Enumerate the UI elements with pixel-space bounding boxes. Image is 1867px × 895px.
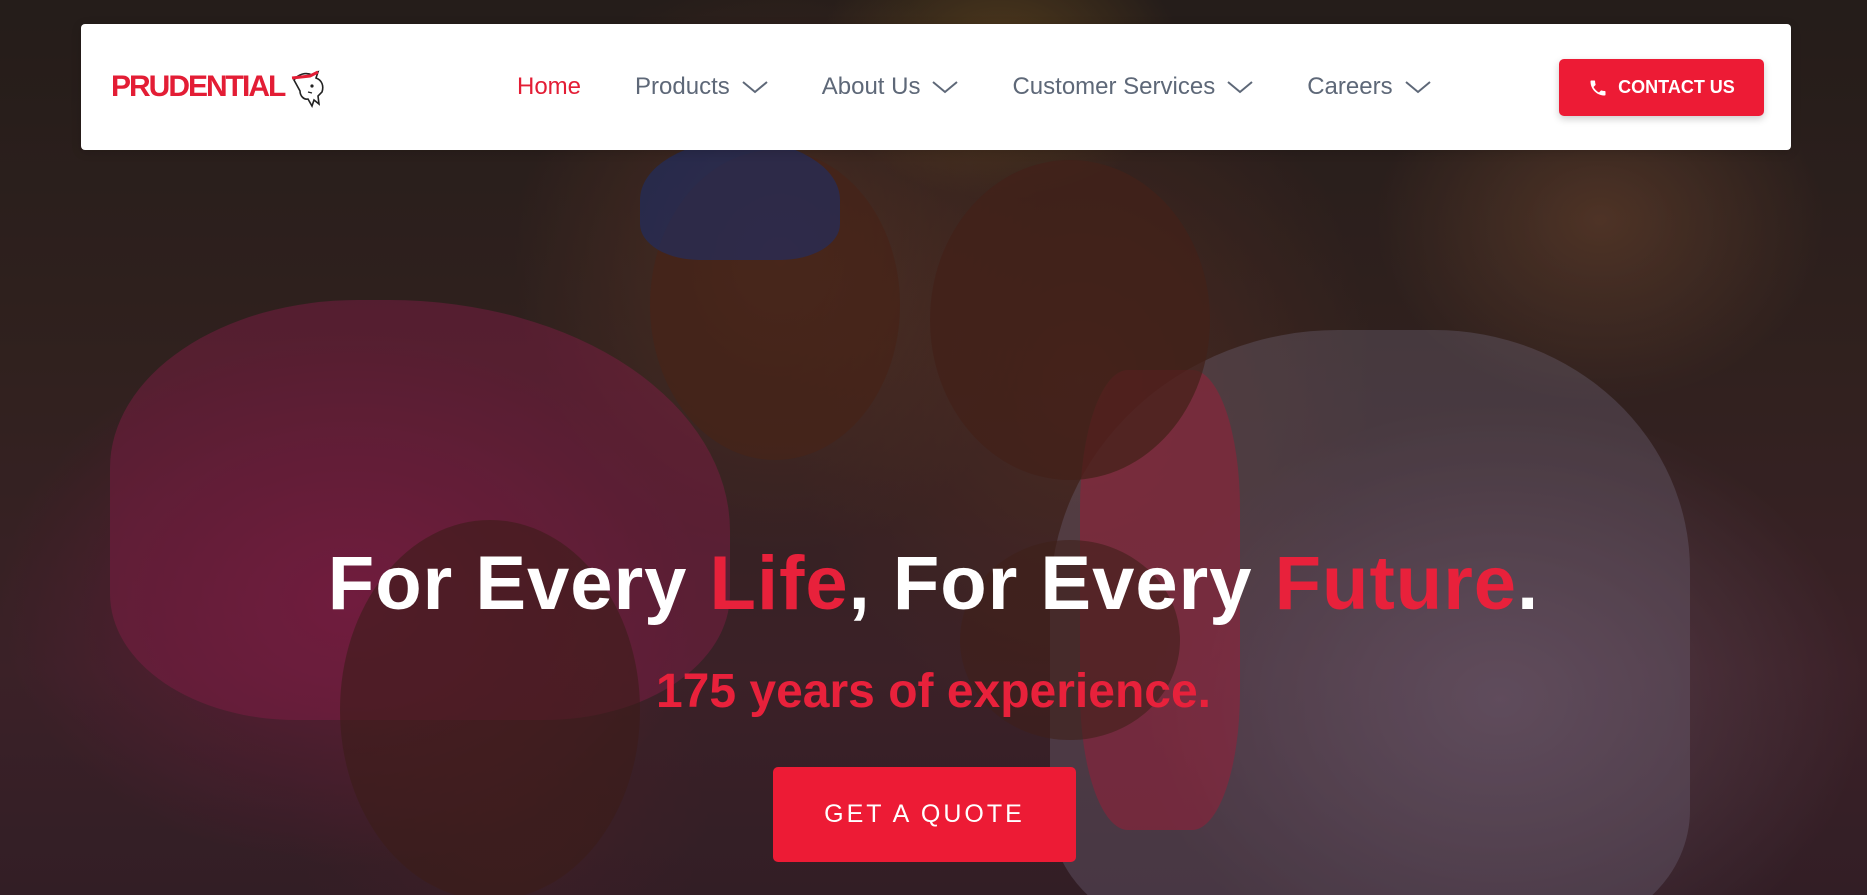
chevron-down-icon [932, 81, 959, 94]
headline-accent-life: Life [709, 541, 849, 626]
nav-home[interactable]: Home [517, 73, 581, 101]
contact-us-label: CONTACT US [1618, 77, 1735, 97]
chevron-down-icon [1404, 81, 1431, 94]
hero-headline: For Every Life, For Every Future. [0, 540, 1867, 627]
nav-customer-services[interactable]: Customer Services [1012, 73, 1253, 101]
hero-subheadline: 175 years of experience. [655, 665, 1212, 718]
chevron-down-icon [742, 81, 768, 94]
prudence-head-icon [292, 70, 324, 108]
brand-logo-text: PRUDENTIAL [111, 70, 286, 103]
main-navigation: Home Products About Us Customer Services… [517, 24, 1485, 150]
headline-accent-future: Future [1274, 541, 1518, 626]
brand-logo[interactable]: PRUDENTIAL [111, 66, 332, 108]
phone-icon [1590, 80, 1606, 95]
get-a-quote-label: GET A QUOTE [824, 800, 1025, 828]
nav-about-us-label: About Us [821, 73, 921, 100]
contact-us-button[interactable]: CONTACT US [1559, 59, 1764, 116]
nav-careers[interactable]: Careers [1307, 73, 1431, 101]
chevron-down-icon [1227, 81, 1253, 94]
headline-part-2: , For Every [848, 541, 1275, 626]
get-a-quote-button[interactable]: GET A QUOTE [773, 767, 1076, 862]
nav-customer-services-label: Customer Services [1012, 73, 1216, 100]
hero-section: PRUDENTIAL Home Products About Us Custom [0, 0, 1867, 895]
nav-products-label: Products [635, 73, 730, 100]
nav-about-us[interactable]: About Us [822, 73, 959, 101]
nav-products[interactable]: Products [635, 73, 768, 101]
headline-part-3: . [1517, 541, 1540, 626]
nav-careers-label: Careers [1307, 73, 1393, 100]
navbar: PRUDENTIAL Home Products About Us Custom [81, 24, 1791, 150]
nav-home-label: Home [517, 73, 582, 100]
headline-part-1: For Every [327, 541, 710, 626]
